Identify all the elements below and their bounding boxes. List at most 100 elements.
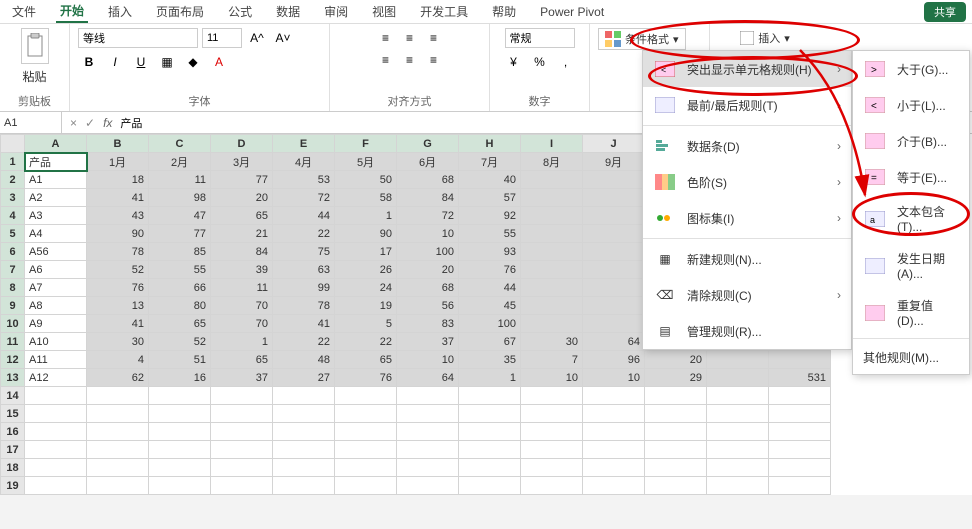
row-header[interactable]: 2 <box>1 171 25 189</box>
cell[interactable]: A10 <box>25 333 87 351</box>
enter-icon[interactable]: ✓ <box>85 116 95 130</box>
cell[interactable]: 27 <box>273 369 335 387</box>
cell[interactable] <box>583 261 645 279</box>
cell[interactable] <box>521 477 583 495</box>
menu-clear[interactable]: ⌫ 清除规则(C) › <box>643 277 851 313</box>
cell[interactable] <box>87 387 149 405</box>
cell[interactable] <box>149 441 211 459</box>
cell[interactable]: 78 <box>273 297 335 315</box>
cell[interactable]: 30 <box>87 333 149 351</box>
cell[interactable] <box>583 297 645 315</box>
cell[interactable]: 50 <box>335 171 397 189</box>
cell[interactable] <box>769 423 831 441</box>
cell[interactable] <box>87 459 149 477</box>
cell[interactable] <box>645 423 707 441</box>
cell[interactable]: 5月 <box>335 153 397 171</box>
cell[interactable]: 20 <box>397 261 459 279</box>
cell[interactable] <box>149 387 211 405</box>
cell[interactable] <box>521 423 583 441</box>
cell[interactable] <box>87 441 149 459</box>
row-header[interactable]: 12 <box>1 351 25 369</box>
row-header[interactable]: 14 <box>1 387 25 405</box>
row-header[interactable]: 18 <box>1 459 25 477</box>
cell[interactable] <box>25 477 87 495</box>
cell[interactable]: 41 <box>87 315 149 333</box>
cell[interactable]: 76 <box>335 369 397 387</box>
cell[interactable] <box>87 405 149 423</box>
cell[interactable]: 66 <box>149 279 211 297</box>
cell[interactable] <box>645 405 707 423</box>
row-header[interactable]: 10 <box>1 315 25 333</box>
tab-view[interactable]: 视图 <box>368 1 400 22</box>
cell[interactable] <box>521 171 583 189</box>
row-header[interactable]: 7 <box>1 261 25 279</box>
cell[interactable]: 100 <box>459 315 521 333</box>
cell[interactable] <box>335 387 397 405</box>
cell[interactable] <box>521 297 583 315</box>
cell[interactable] <box>211 387 273 405</box>
row-header[interactable]: 3 <box>1 189 25 207</box>
row-header[interactable]: 9 <box>1 297 25 315</box>
cell[interactable] <box>521 207 583 225</box>
row-header[interactable]: 17 <box>1 441 25 459</box>
menu-less-than[interactable]: < 小于(L)... <box>853 87 969 123</box>
cell[interactable]: A2 <box>25 189 87 207</box>
cell[interactable] <box>707 351 769 369</box>
cell[interactable]: 51 <box>149 351 211 369</box>
cell[interactable]: 76 <box>87 279 149 297</box>
align-top-icon[interactable]: ≡ <box>375 28 397 48</box>
cell[interactable]: 22 <box>273 333 335 351</box>
cell[interactable]: 40 <box>459 171 521 189</box>
tab-insert[interactable]: 插入 <box>104 1 136 22</box>
cell[interactable] <box>211 459 273 477</box>
cell[interactable]: 65 <box>211 351 273 369</box>
cell[interactable] <box>583 225 645 243</box>
cancel-icon[interactable]: × <box>70 116 77 130</box>
col-header[interactable]: E <box>273 135 335 153</box>
cell[interactable] <box>211 405 273 423</box>
cell[interactable]: 68 <box>397 171 459 189</box>
cell[interactable]: A1 <box>25 171 87 189</box>
cell[interactable] <box>707 387 769 405</box>
cell[interactable]: 2月 <box>149 153 211 171</box>
cell[interactable]: 37 <box>397 333 459 351</box>
col-header[interactable]: I <box>521 135 583 153</box>
cell[interactable] <box>707 477 769 495</box>
cell[interactable]: 57 <box>459 189 521 207</box>
percent-icon[interactable]: % <box>529 52 551 72</box>
cell[interactable] <box>521 405 583 423</box>
cell[interactable]: 22 <box>335 333 397 351</box>
cell[interactable]: 68 <box>397 279 459 297</box>
cell[interactable]: 22 <box>273 225 335 243</box>
tab-file[interactable]: 文件 <box>8 1 40 22</box>
cell[interactable]: 21 <box>211 225 273 243</box>
cell[interactable] <box>769 441 831 459</box>
cell[interactable]: 98 <box>149 189 211 207</box>
cell[interactable] <box>211 441 273 459</box>
cell[interactable] <box>707 369 769 387</box>
row-header[interactable]: 15 <box>1 405 25 423</box>
decrease-font-icon[interactable]: A˅ <box>272 28 294 48</box>
cell[interactable]: 55 <box>149 261 211 279</box>
cell[interactable] <box>459 387 521 405</box>
cell[interactable]: 85 <box>149 243 211 261</box>
row-header[interactable]: 1 <box>1 153 25 171</box>
cell[interactable]: A4 <box>25 225 87 243</box>
menu-databars[interactable]: 数据条(D) › <box>643 128 851 164</box>
formula-input[interactable] <box>120 117 420 129</box>
cell[interactable] <box>645 441 707 459</box>
cell[interactable]: 76 <box>459 261 521 279</box>
cell[interactable] <box>87 477 149 495</box>
cell[interactable]: 93 <box>459 243 521 261</box>
cell[interactable] <box>707 423 769 441</box>
menu-other-rules[interactable]: 其他规则(M)... <box>853 341 969 374</box>
share-button[interactable]: 共享 <box>924 2 966 22</box>
row-header[interactable]: 11 <box>1 333 25 351</box>
cell[interactable] <box>397 387 459 405</box>
comma-icon[interactable]: , <box>555 52 577 72</box>
cell[interactable] <box>335 477 397 495</box>
cell[interactable] <box>769 477 831 495</box>
cell[interactable] <box>273 423 335 441</box>
cell[interactable]: 10 <box>583 369 645 387</box>
cell[interactable] <box>87 423 149 441</box>
